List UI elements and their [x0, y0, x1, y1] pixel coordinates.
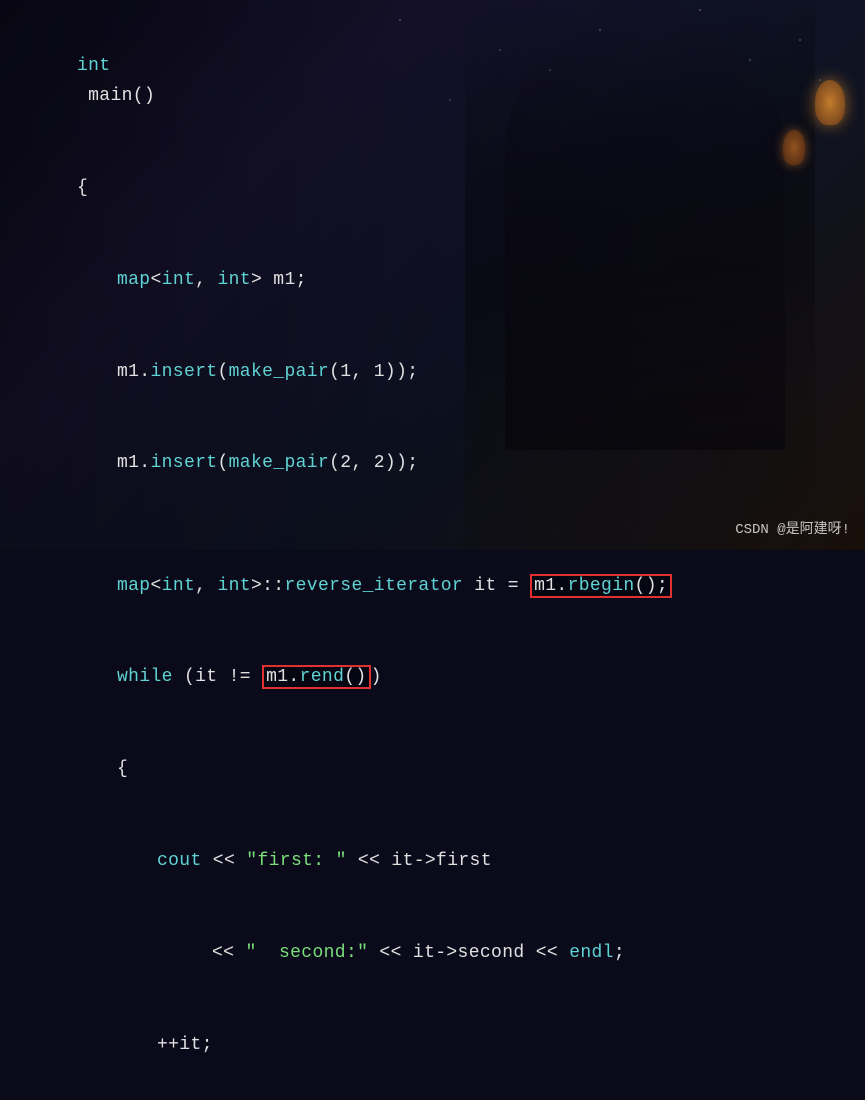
- code-line-9: {: [10, 724, 855, 816]
- code-panel: int main() { map<int, int> m1; m1.insert…: [0, 0, 865, 550]
- code-block: int main() { map<int, int> m1; m1.insert…: [10, 20, 855, 1100]
- code-line-6: [10, 510, 855, 541]
- highlight-rend: m1.rend(): [262, 665, 370, 689]
- code-line-11: << " second:" << it->second << endl;: [10, 907, 855, 999]
- keyword-int: int: [77, 56, 111, 76]
- highlight-rbegin: m1.rbegin();: [530, 574, 672, 598]
- code-line-2: {: [10, 142, 855, 234]
- code-line-13: } first: 2 second:2 first: 1 second:1: [10, 1091, 855, 1100]
- code-line-10: cout << "first: " << it->first: [10, 815, 855, 907]
- code-line-4: m1.insert(make_pair(1, 1));: [10, 326, 855, 418]
- code-line-12: ++it;: [10, 999, 855, 1091]
- code-line-5: m1.insert(make_pair(2, 2));: [10, 418, 855, 510]
- code-line-8: while (it != m1.rend()): [10, 632, 855, 724]
- code-line-7: map<int, int>::reverse_iterator it = m1.…: [10, 540, 855, 632]
- watermark: CSDN @是阿建呀!: [735, 518, 850, 538]
- keyword-while: while: [117, 667, 173, 687]
- func-main: main(): [77, 86, 155, 106]
- code-line-1: int main(): [10, 20, 855, 142]
- code-line-3: map<int, int> m1;: [10, 234, 855, 326]
